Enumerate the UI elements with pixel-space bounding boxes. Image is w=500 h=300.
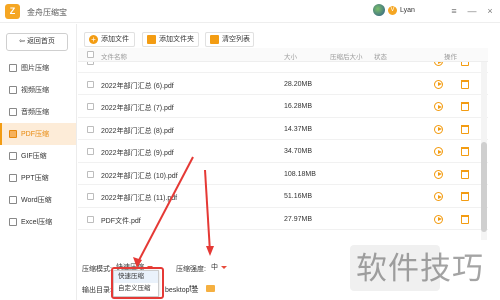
arrow-head-right	[206, 246, 214, 256]
arrow-line-left	[136, 156, 194, 265]
watermark: 软件技巧	[356, 251, 484, 287]
arrow-line-right	[204, 169, 211, 253]
